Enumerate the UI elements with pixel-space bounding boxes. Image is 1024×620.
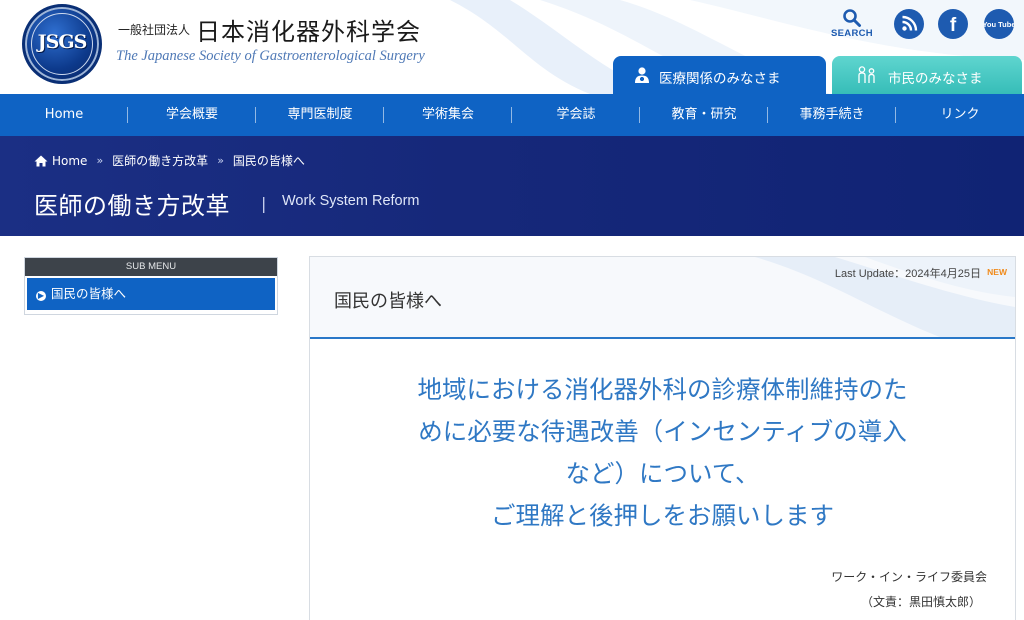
jsgs-logo[interactable]: JSGS [22,4,102,84]
breadcrumb-separator: » [217,154,224,167]
facebook-button[interactable]: f [938,9,968,39]
nav-item-procedures[interactable]: 事務手続き [768,94,896,136]
youtube-icon: You Tube [984,20,1014,29]
breadcrumb-work-reform[interactable]: 医師の働き方改革 [112,152,208,169]
sub-menu-item-label: 国民の皆様へ [51,286,127,301]
logo-text: JSGS [37,31,88,53]
tab-citizens-label: 市民のみなさま [888,71,983,87]
sub-menu-heading: SUB MENU [25,258,277,276]
breadcrumb-current: 国民の皆様へ [232,154,305,168]
facebook-glyph: f [950,15,957,36]
title-separator: | [261,194,267,213]
breadcrumb-home[interactable]: Home [52,154,87,168]
last-update: Last Update：2024年4月25日 [834,268,981,280]
rss-icon [902,15,918,31]
main-content: Last Update：2024年4月25日 NEW 国民の皆様へ 地域における… [309,256,1016,620]
page-title-en: Work System Reform [282,193,420,209]
nav-label: リンク [940,107,980,122]
message-line: 地域における消化器外科の診療体制維持のた [417,375,908,404]
sub-menu: SUB MENU ▶ 国民の皆様へ [24,257,278,315]
nav-item-congress[interactable]: 学術集会 [384,94,512,136]
message-line: ご理解と後押しをお願いします [491,501,834,530]
home-icon [34,155,48,166]
org-name[interactable]: 日本消化器外科学会 [196,12,421,47]
nav-item-links[interactable]: リンク [896,94,1024,136]
nav-label: 学術集会 [421,107,474,122]
breadcrumb: Home » 医師の働き方改革 » 国民の皆様へ [34,152,305,169]
tab-medical-label: 医療関係のみなさま [659,71,781,87]
rss-button[interactable] [894,9,924,39]
youtube-glyph: You Tube [984,20,1014,29]
nav-label: 教育・研究 [671,107,737,122]
sub-menu-item-citizens[interactable]: ▶ 国民の皆様へ [27,278,275,310]
nav-item-about[interactable]: 学会概要 [128,94,256,136]
site-header: JSGS 一般社団法人 日本消化器外科学会 The Japanese Socie… [0,0,1024,94]
content-header: Last Update：2024年4月25日 NEW 国民の皆様へ [310,257,1015,339]
facebook-icon: f [950,15,957,36]
doctor-icon [635,67,649,83]
nav-label: 専門医制度 [287,107,353,122]
content-title: 国民の皆様へ [334,291,442,312]
search-button[interactable]: SEARCH [830,8,874,42]
main-nav: Home 学会概要 専門医制度 学術集会 学会誌 教育・研究 事務手続き リンク [0,94,1024,136]
nav-item-journal[interactable]: 学会誌 [512,94,640,136]
message-line: めに必要な待遇改善（インセンティブの導入 [418,417,907,446]
tab-citizens[interactable]: 市民のみなさま [832,56,1022,94]
youtube-button[interactable]: You Tube [984,9,1014,39]
family-icon [858,66,875,83]
headline-message: 地域における消化器外科の診療体制維持のた めに必要な待遇改善（インセンティブの導… [330,369,995,537]
nav-label: Home [44,107,84,122]
nav-label: 事務手続き [799,107,865,122]
page-title: 医師の働き方改革 [34,192,230,220]
org-name-en: The Japanese Society of Gastroenterologi… [116,48,425,64]
committee-name: ワーク・イン・ライフ委員会 [831,570,987,584]
page-banner: Home » 医師の働き方改革 » 国民の皆様へ 医師の働き方改革 | Work… [0,136,1024,236]
author-credit: （文責：黒田慎太郎） [860,595,981,609]
chevron-right-icon: ▶ [36,291,46,301]
nav-label: 学会概要 [165,107,218,122]
org-prefix: 一般社団法人 [118,23,191,37]
nav-item-home[interactable]: Home [0,94,128,136]
search-label: SEARCH [831,28,873,39]
tab-medical-professionals[interactable]: 医療関係のみなさま [613,56,826,94]
message-line: など）について、 [565,459,760,488]
search-icon [843,9,861,27]
new-badge: NEW [987,267,1007,277]
nav-item-specialist-system[interactable]: 専門医制度 [256,94,384,136]
breadcrumb-separator: » [96,154,104,167]
nav-item-education-research[interactable]: 教育・研究 [640,94,768,136]
nav-label: 学会誌 [556,107,596,122]
